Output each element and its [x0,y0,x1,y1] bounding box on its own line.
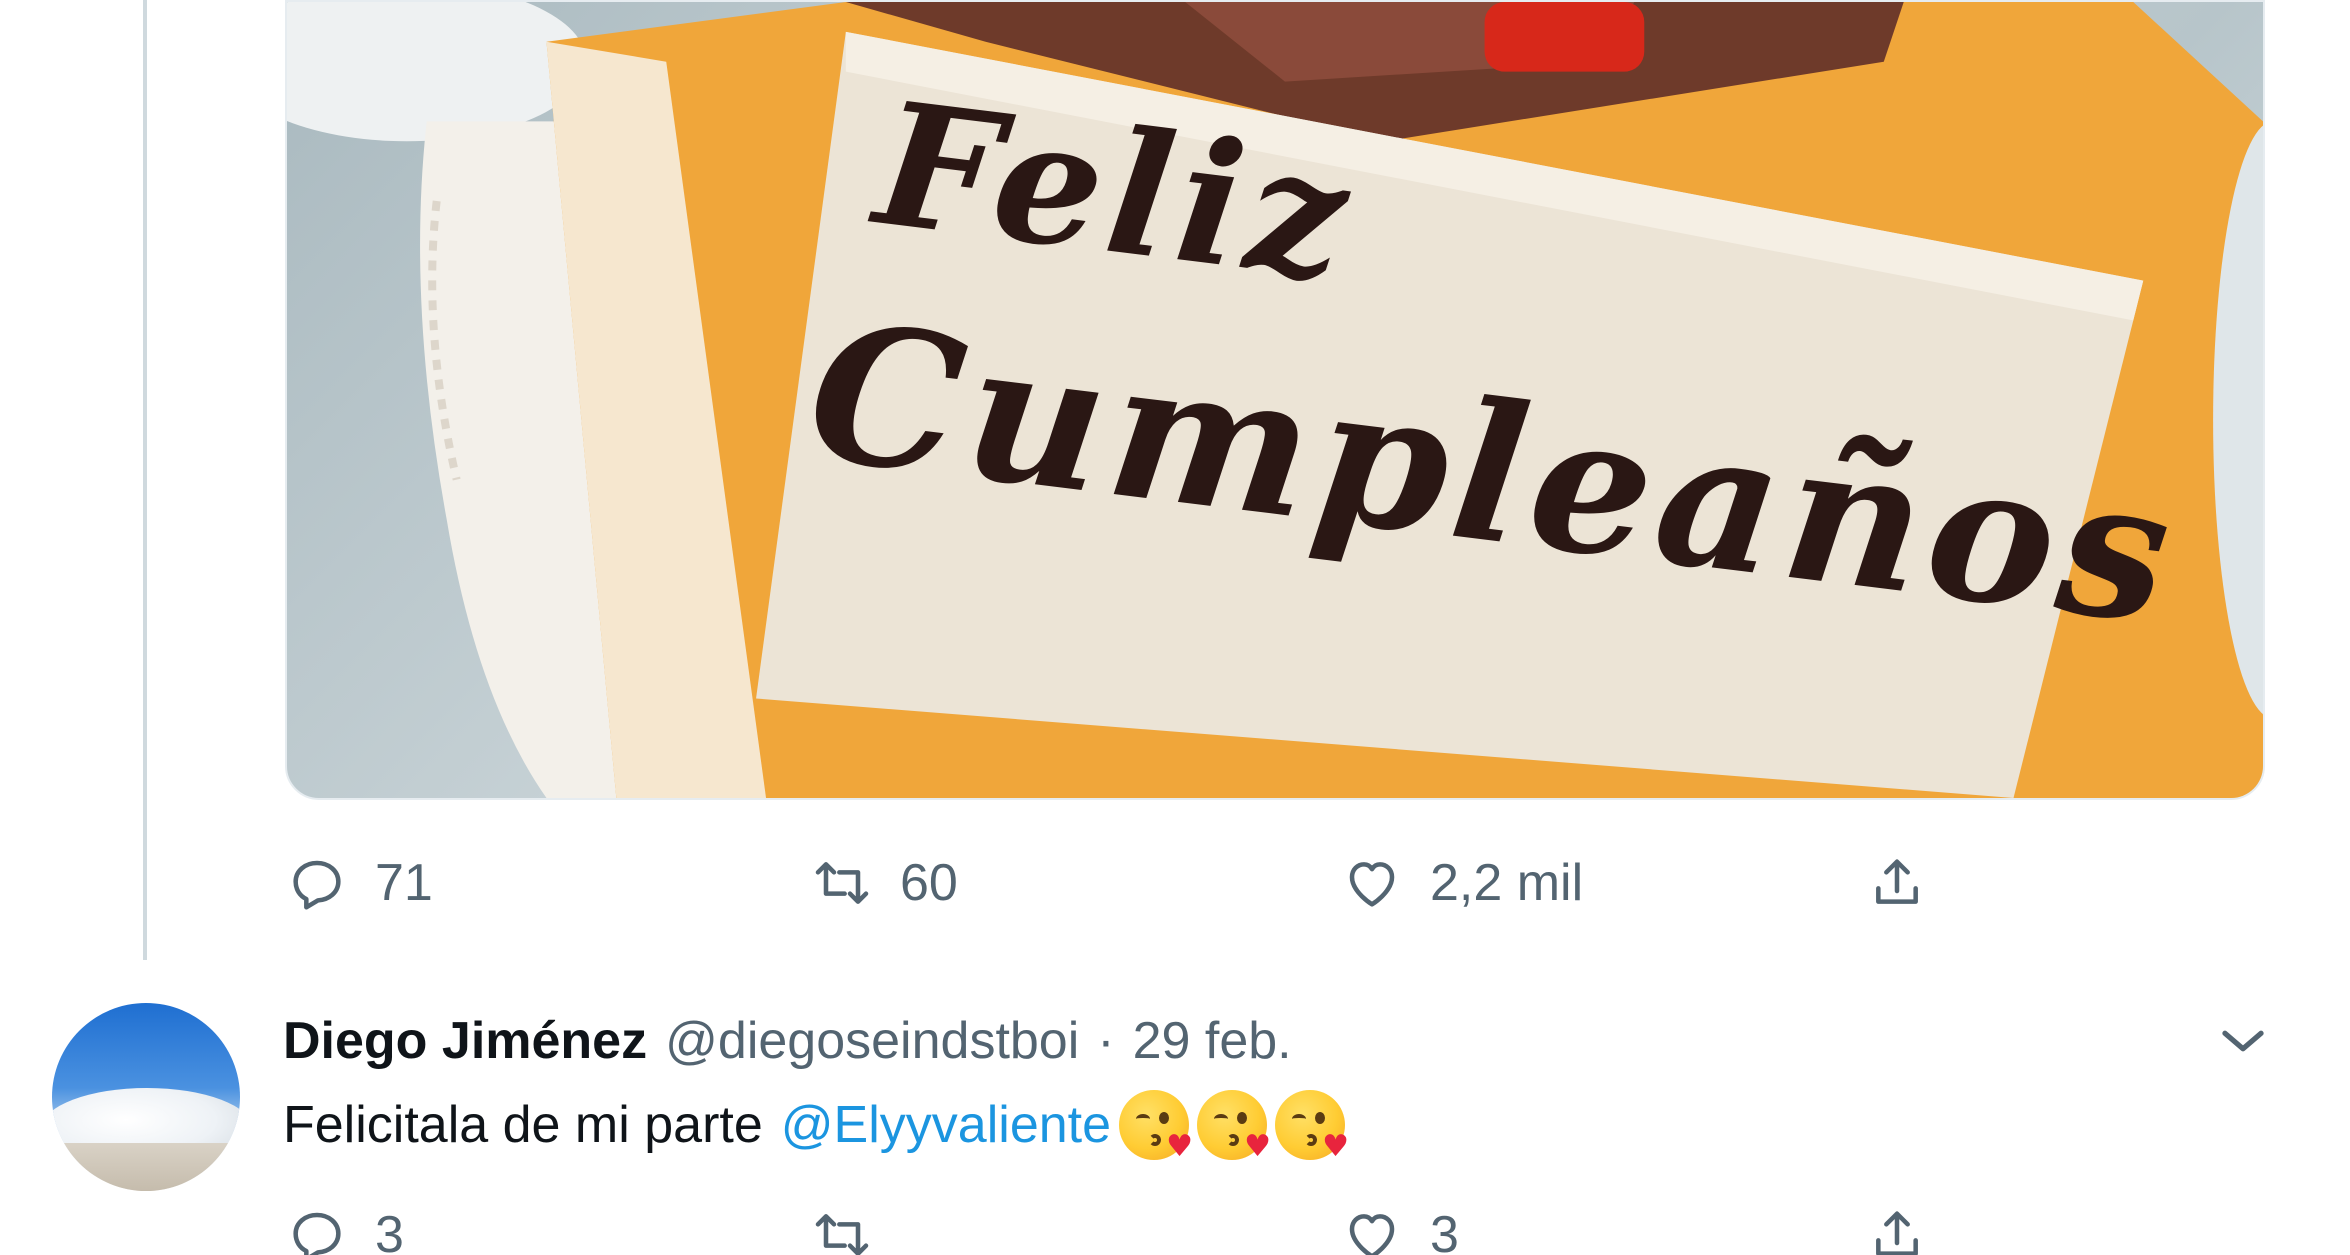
display-name[interactable]: Diego Jiménez [283,1011,647,1071]
kiss-emoji-icon [1197,1090,1271,1164]
reply-count: 71 [375,854,433,912]
retweet-count: 60 [900,854,958,912]
like-icon [1349,1214,1395,1255]
reply-count: 3 [375,1206,404,1255]
mention-link[interactable]: @Elyyvaliente [781,1095,1111,1155]
share-button[interactable] [1865,1195,1929,1255]
reply-body: Felicitala de mi parte [283,1096,763,1154]
tweet-image[interactable]: Feliz Cumpleaños [285,0,2265,800]
chevron-down-icon[interactable] [2212,1010,2274,1072]
user-handle[interactable]: @diegoseindstboi [665,1011,1079,1071]
retweet-icon [815,862,869,904]
like-button[interactable]: 3 [1340,1195,1459,1255]
reply-button[interactable]: 3 [285,1195,404,1255]
reply-text: Felicitala de mi parte @Elyyvaliente [283,1090,1349,1164]
reply-header: Diego Jiménez @diegoseindstboi · 29 feb. [283,1010,1292,1072]
retweet-button[interactable]: 60 [810,843,958,923]
thread-line [143,0,147,960]
kiss-emoji-icon [1275,1090,1349,1164]
reply-icon [293,1212,341,1255]
tweet-action-bar: 71 60 2,2 mil [285,843,2265,923]
share-icon [1876,1211,1918,1255]
tweet-date[interactable]: 29 feb. [1133,1011,1292,1071]
like-count: 3 [1430,1206,1459,1255]
kiss-emoji-icon [1119,1090,1193,1164]
like-icon [1349,862,1395,907]
avatar[interactable] [52,1003,240,1191]
separator-dot: · [1097,1012,1115,1070]
reply-action-bar: 3 3 [285,1195,2265,1255]
share-icon [1876,859,1918,904]
reply-button[interactable]: 71 [285,843,433,923]
like-count: 2,2 mil [1430,854,1584,912]
like-button[interactable]: 2,2 mil [1340,843,1583,923]
retweet-button[interactable] [810,1195,874,1255]
reply-icon [293,860,341,910]
share-button[interactable] [1865,843,1929,923]
retweet-icon [815,1214,869,1255]
